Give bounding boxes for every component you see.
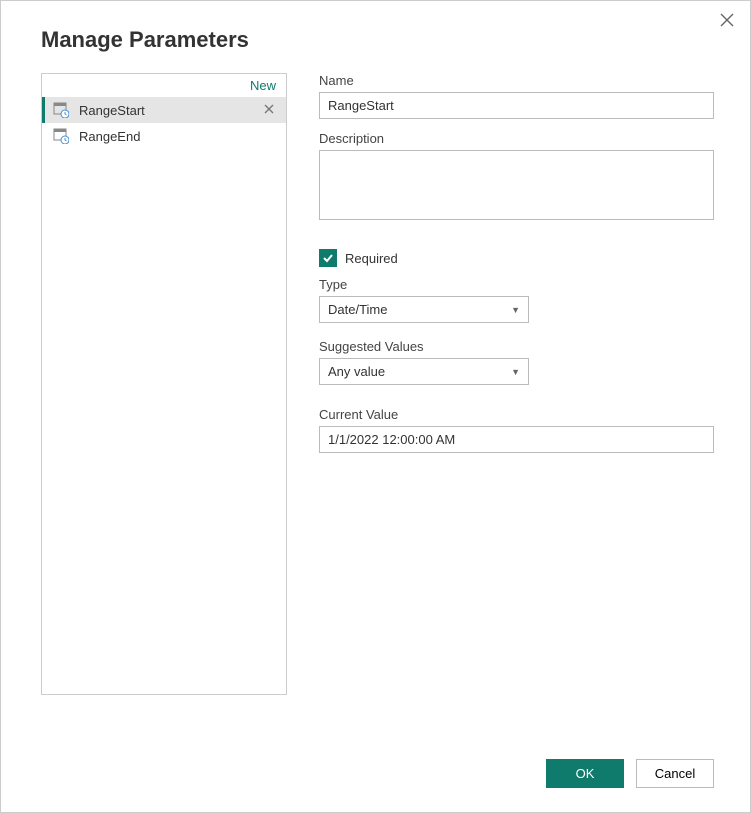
current-value-label: Current Value — [319, 407, 714, 422]
suggested-values-label: Suggested Values — [319, 339, 714, 354]
current-value-input[interactable] — [319, 426, 714, 453]
close-icon[interactable] — [720, 13, 734, 32]
cancel-button[interactable]: Cancel — [636, 759, 714, 788]
new-parameter-link[interactable]: New — [42, 74, 286, 97]
type-label: Type — [319, 277, 714, 292]
parameter-icon — [53, 102, 69, 118]
suggested-values-dropdown[interactable]: Any value ▼ — [319, 358, 529, 385]
dialog-title: Manage Parameters — [1, 1, 750, 53]
chevron-down-icon: ▼ — [511, 305, 520, 315]
type-value: Date/Time — [328, 302, 387, 317]
parameter-item-label: RangeStart — [79, 103, 260, 118]
parameter-item-rangeend[interactable]: RangeEnd — [42, 123, 286, 149]
parameter-icon — [53, 128, 69, 144]
parameter-item-rangestart[interactable]: RangeStart — [42, 97, 286, 123]
description-input[interactable] — [319, 150, 714, 220]
parameter-details: Name Description Required Type Date/Time… — [319, 73, 714, 695]
required-checkbox[interactable] — [319, 249, 337, 267]
delete-parameter-icon[interactable] — [260, 103, 278, 117]
ok-button[interactable]: OK — [546, 759, 624, 788]
name-input[interactable] — [319, 92, 714, 119]
chevron-down-icon: ▼ — [511, 367, 520, 377]
parameter-item-label: RangeEnd — [79, 129, 278, 144]
description-label: Description — [319, 131, 714, 146]
required-label: Required — [345, 251, 398, 266]
suggested-values-value: Any value — [328, 364, 385, 379]
parameter-list: New RangeStart — [41, 73, 287, 695]
type-dropdown[interactable]: Date/Time ▼ — [319, 296, 529, 323]
name-label: Name — [319, 73, 714, 88]
